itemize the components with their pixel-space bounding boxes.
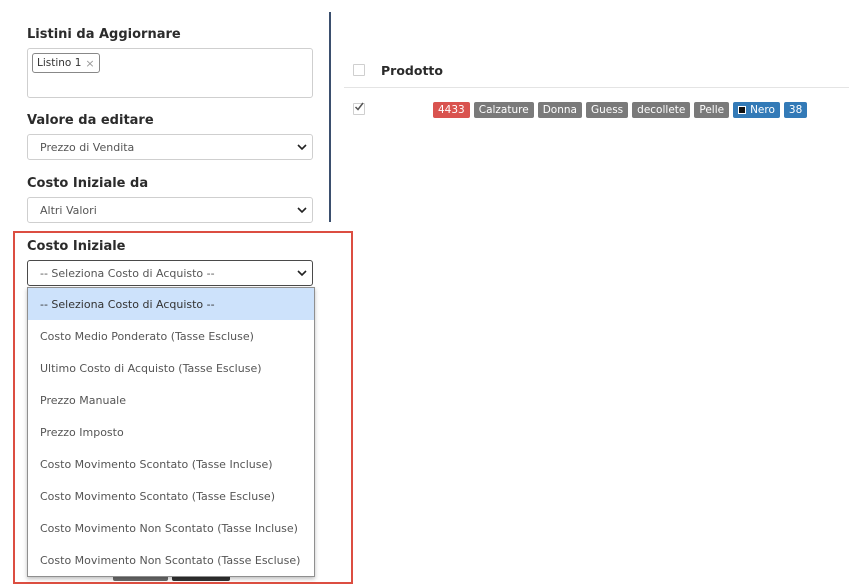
badge-brand: Guess (585, 102, 629, 118)
costo-iniziale-select[interactable]: -- Seleziona Costo di Acquisto -- (27, 260, 313, 286)
option-item[interactable]: Prezzo Manuale (28, 384, 314, 416)
checkmark-icon (354, 102, 364, 111)
row-checkbox[interactable] (353, 102, 365, 115)
costo-iniziale-label: Costo Iniziale (27, 239, 126, 254)
option-item[interactable]: Costo Medio Ponderato (Tasse Escluse) (28, 320, 314, 352)
costo-iniziale-select-value: -- Seleziona Costo di Acquisto -- (40, 266, 215, 280)
product-column-header: Prodotto (381, 63, 443, 78)
option-item[interactable]: Ultimo Costo di Acquisto (Tasse Escluse) (28, 352, 314, 384)
costo-da-select[interactable]: Altri Valori (27, 197, 313, 223)
select-all-checkbox[interactable] (353, 64, 365, 76)
chevron-down-icon (297, 270, 307, 277)
listini-tag: Listino 1 × (32, 53, 100, 73)
option-item[interactable]: -- Seleziona Costo di Acquisto -- (28, 288, 314, 320)
badge-color-label: Nero (750, 104, 775, 116)
product-badges: 4433 Calzature Donna Guess decollete Pel… (433, 102, 808, 118)
chevron-down-icon (297, 207, 307, 214)
option-item[interactable]: Costo Movimento Scontato (Tasse Escluse) (28, 480, 314, 512)
badge-color: Nero (733, 102, 780, 118)
valore-select[interactable]: Prezzo di Vendita (27, 134, 313, 160)
badge-gender: Donna (537, 102, 582, 118)
color-swatch-icon (738, 106, 747, 114)
badge-type: decollete (632, 102, 691, 118)
hidden-button[interactable] (172, 577, 230, 581)
option-item[interactable]: Costo Movimento Scontato (Tasse Incluse) (28, 448, 314, 480)
valore-select-value: Prezzo di Vendita (40, 140, 135, 154)
costo-da-select-value: Altri Valori (40, 203, 97, 217)
badge-code: 4433 (433, 102, 470, 118)
badge-material: Pelle (694, 102, 730, 118)
listini-label: Listini da Aggiornare (27, 27, 181, 42)
panel-divider (329, 12, 331, 222)
hidden-button[interactable] (113, 577, 168, 581)
badge-size: 38 (783, 102, 808, 118)
option-item[interactable]: Prezzo Imposto (28, 416, 314, 448)
listini-tag-label: Listino 1 (37, 57, 82, 69)
valore-label: Valore da editare (27, 113, 154, 128)
badge-category: Calzature (473, 102, 534, 118)
option-item[interactable]: Costo Movimento Non Scontato (Tasse Incl… (28, 512, 314, 544)
costo-iniziale-options[interactable]: -- Seleziona Costo di Acquisto -- Costo … (27, 287, 315, 577)
header-divider (344, 87, 849, 88)
tag-remove-icon[interactable]: × (85, 57, 94, 70)
costo-da-label: Costo Iniziale da (27, 176, 149, 191)
option-item[interactable]: Costo Movimento Non Scontato (Tasse Escl… (28, 544, 314, 576)
listini-multiselect[interactable]: Listino 1 × (27, 48, 313, 98)
chevron-down-icon (297, 144, 307, 151)
